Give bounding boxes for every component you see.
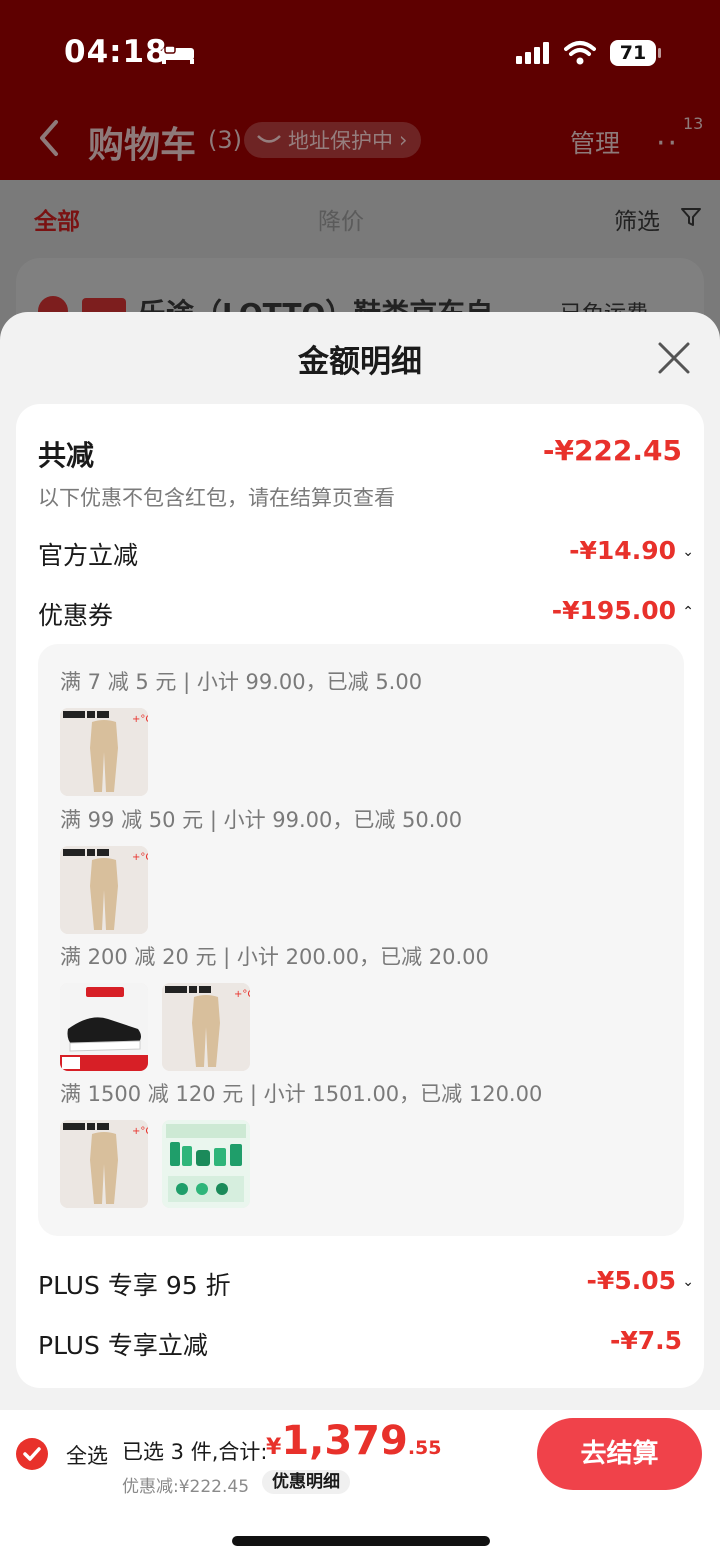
- tab-all[interactable]: 全部: [34, 202, 80, 236]
- status-bar: 04:18 71: [0, 0, 720, 100]
- svg-text:+°C: +°C: [132, 714, 148, 725]
- checkout-button[interactable]: 去结算: [537, 1418, 702, 1490]
- svg-text:+°C: +°C: [132, 852, 148, 863]
- nav-bar: 购物车 (3) 地址保护中 › 管理 ·· 13: [0, 100, 720, 180]
- select-all-label[interactable]: 全选: [66, 1440, 108, 1470]
- coupon-breakdown: 满 7 减 5 元 | 小计 99.00，已减 5.00 +°C 满 99 减 …: [38, 644, 684, 1236]
- coupon-items: +°C: [60, 846, 148, 934]
- cellular-signal-icon: [516, 42, 549, 64]
- more-menu-icon[interactable]: ··: [656, 126, 679, 161]
- svg-text:+°C: +°C: [234, 989, 250, 1000]
- checkout-bar: 全选 已选 3 件,合计: ¥1,379.55 优惠减:¥222.45 优惠明细…: [0, 1410, 720, 1498]
- coupon-items: +°C: [60, 1120, 250, 1208]
- manage-button[interactable]: 管理: [570, 124, 620, 160]
- chevron-up-icon[interactable]: ⌃: [682, 604, 694, 620]
- plus-cut-value: -¥7.5: [609, 1326, 682, 1355]
- chevron-down-icon[interactable]: ⌄: [682, 544, 694, 560]
- price-decimal: .55: [407, 1437, 442, 1459]
- home-indicator-area: [0, 1498, 720, 1560]
- amount-detail-sheet: 金额明细 共减 -¥222.45 以下优惠不包含红包，请在结算页查看 官方立减 …: [0, 312, 720, 1410]
- wifi-icon: [564, 41, 596, 65]
- lotto-sneaker-thumbnail[interactable]: [60, 983, 148, 1071]
- price-currency: ¥: [266, 1435, 282, 1460]
- discount-detail-button[interactable]: 优惠明细: [262, 1470, 350, 1494]
- discount-amount: 优惠减:¥222.45: [122, 1477, 250, 1497]
- svg-text:+°C: +°C: [132, 1126, 148, 1137]
- coupon-label: 优惠券: [38, 601, 114, 630]
- checkmark-icon: [23, 1447, 41, 1461]
- tights-product-thumbnail[interactable]: +°C: [60, 708, 148, 796]
- coupon-items: +°C: [60, 983, 250, 1071]
- total-discount-label: 共减: [38, 439, 95, 472]
- discount-note: 以下优惠不包含红包，请在结算页查看: [38, 486, 395, 510]
- total-discount-value: -¥222.45: [542, 434, 682, 467]
- funnel-icon[interactable]: [680, 206, 702, 228]
- sleep-mode-icon: [162, 45, 194, 64]
- coupon-value[interactable]: -¥195.00: [552, 596, 676, 625]
- coupon-rule: 满 200 减 20 元 | 小计 200.00，已减 20.00: [60, 945, 489, 969]
- tab-price-drop[interactable]: 降价: [318, 202, 364, 236]
- tights-product-thumbnail[interactable]: +°C: [60, 846, 148, 934]
- filter-button[interactable]: 筛选: [614, 202, 660, 236]
- chevron-right-icon: ›: [399, 128, 408, 152]
- skincare-set-thumbnail[interactable]: [162, 1120, 250, 1208]
- plus-discount-label: PLUS 专享 95 折: [38, 1271, 231, 1300]
- address-protection-label: 地址保护中: [288, 129, 393, 153]
- coupon-items: +°C: [60, 708, 148, 796]
- page-title: 购物车: [88, 125, 197, 166]
- official-discount-value[interactable]: -¥14.90: [569, 536, 676, 565]
- coupon-rule: 满 1500 减 120 元 | 小计 1501.00，已减 120.00: [60, 1082, 543, 1106]
- eye-closed-icon: [257, 135, 281, 143]
- close-icon[interactable]: [656, 340, 692, 376]
- plus-cut-label: PLUS 专享立减: [38, 1331, 208, 1360]
- status-time: 04:18: [64, 34, 168, 70]
- selection-summary: 已选 3 件,合计:: [122, 1440, 268, 1464]
- tights-product-thumbnail[interactable]: +°C: [60, 1120, 148, 1208]
- coupon-rule: 满 7 减 5 元 | 小计 99.00，已减 5.00: [60, 670, 423, 694]
- battery-level: 71: [619, 42, 647, 64]
- home-indicator[interactable]: [232, 1536, 490, 1546]
- official-discount-label: 官方立减: [38, 541, 139, 570]
- sheet-title: 金额明细: [298, 344, 422, 380]
- total-price: ¥1,379.55: [266, 1418, 442, 1464]
- cart-count: (3): [208, 126, 242, 154]
- coupon-rule: 满 99 减 50 元 | 小计 99.00，已减 50.00: [60, 808, 463, 832]
- message-badge: 13: [683, 114, 704, 133]
- select-all-checkbox[interactable]: [16, 1438, 48, 1470]
- back-arrow-icon[interactable]: [36, 118, 60, 158]
- address-protection-pill[interactable]: 地址保护中 ›: [244, 122, 422, 158]
- plus-discount-value[interactable]: -¥5.05: [587, 1266, 676, 1295]
- price-integer: 1,379: [281, 1418, 408, 1464]
- tights-product-thumbnail[interactable]: +°C: [162, 983, 250, 1071]
- filter-bar: 全部 降价 筛选: [0, 180, 720, 252]
- battery-icon: 71: [610, 40, 661, 66]
- detail-card: 共减 -¥222.45 以下优惠不包含红包，请在结算页查看 官方立减 -¥14.…: [16, 404, 704, 1388]
- chevron-down-icon[interactable]: ⌄: [682, 1274, 694, 1290]
